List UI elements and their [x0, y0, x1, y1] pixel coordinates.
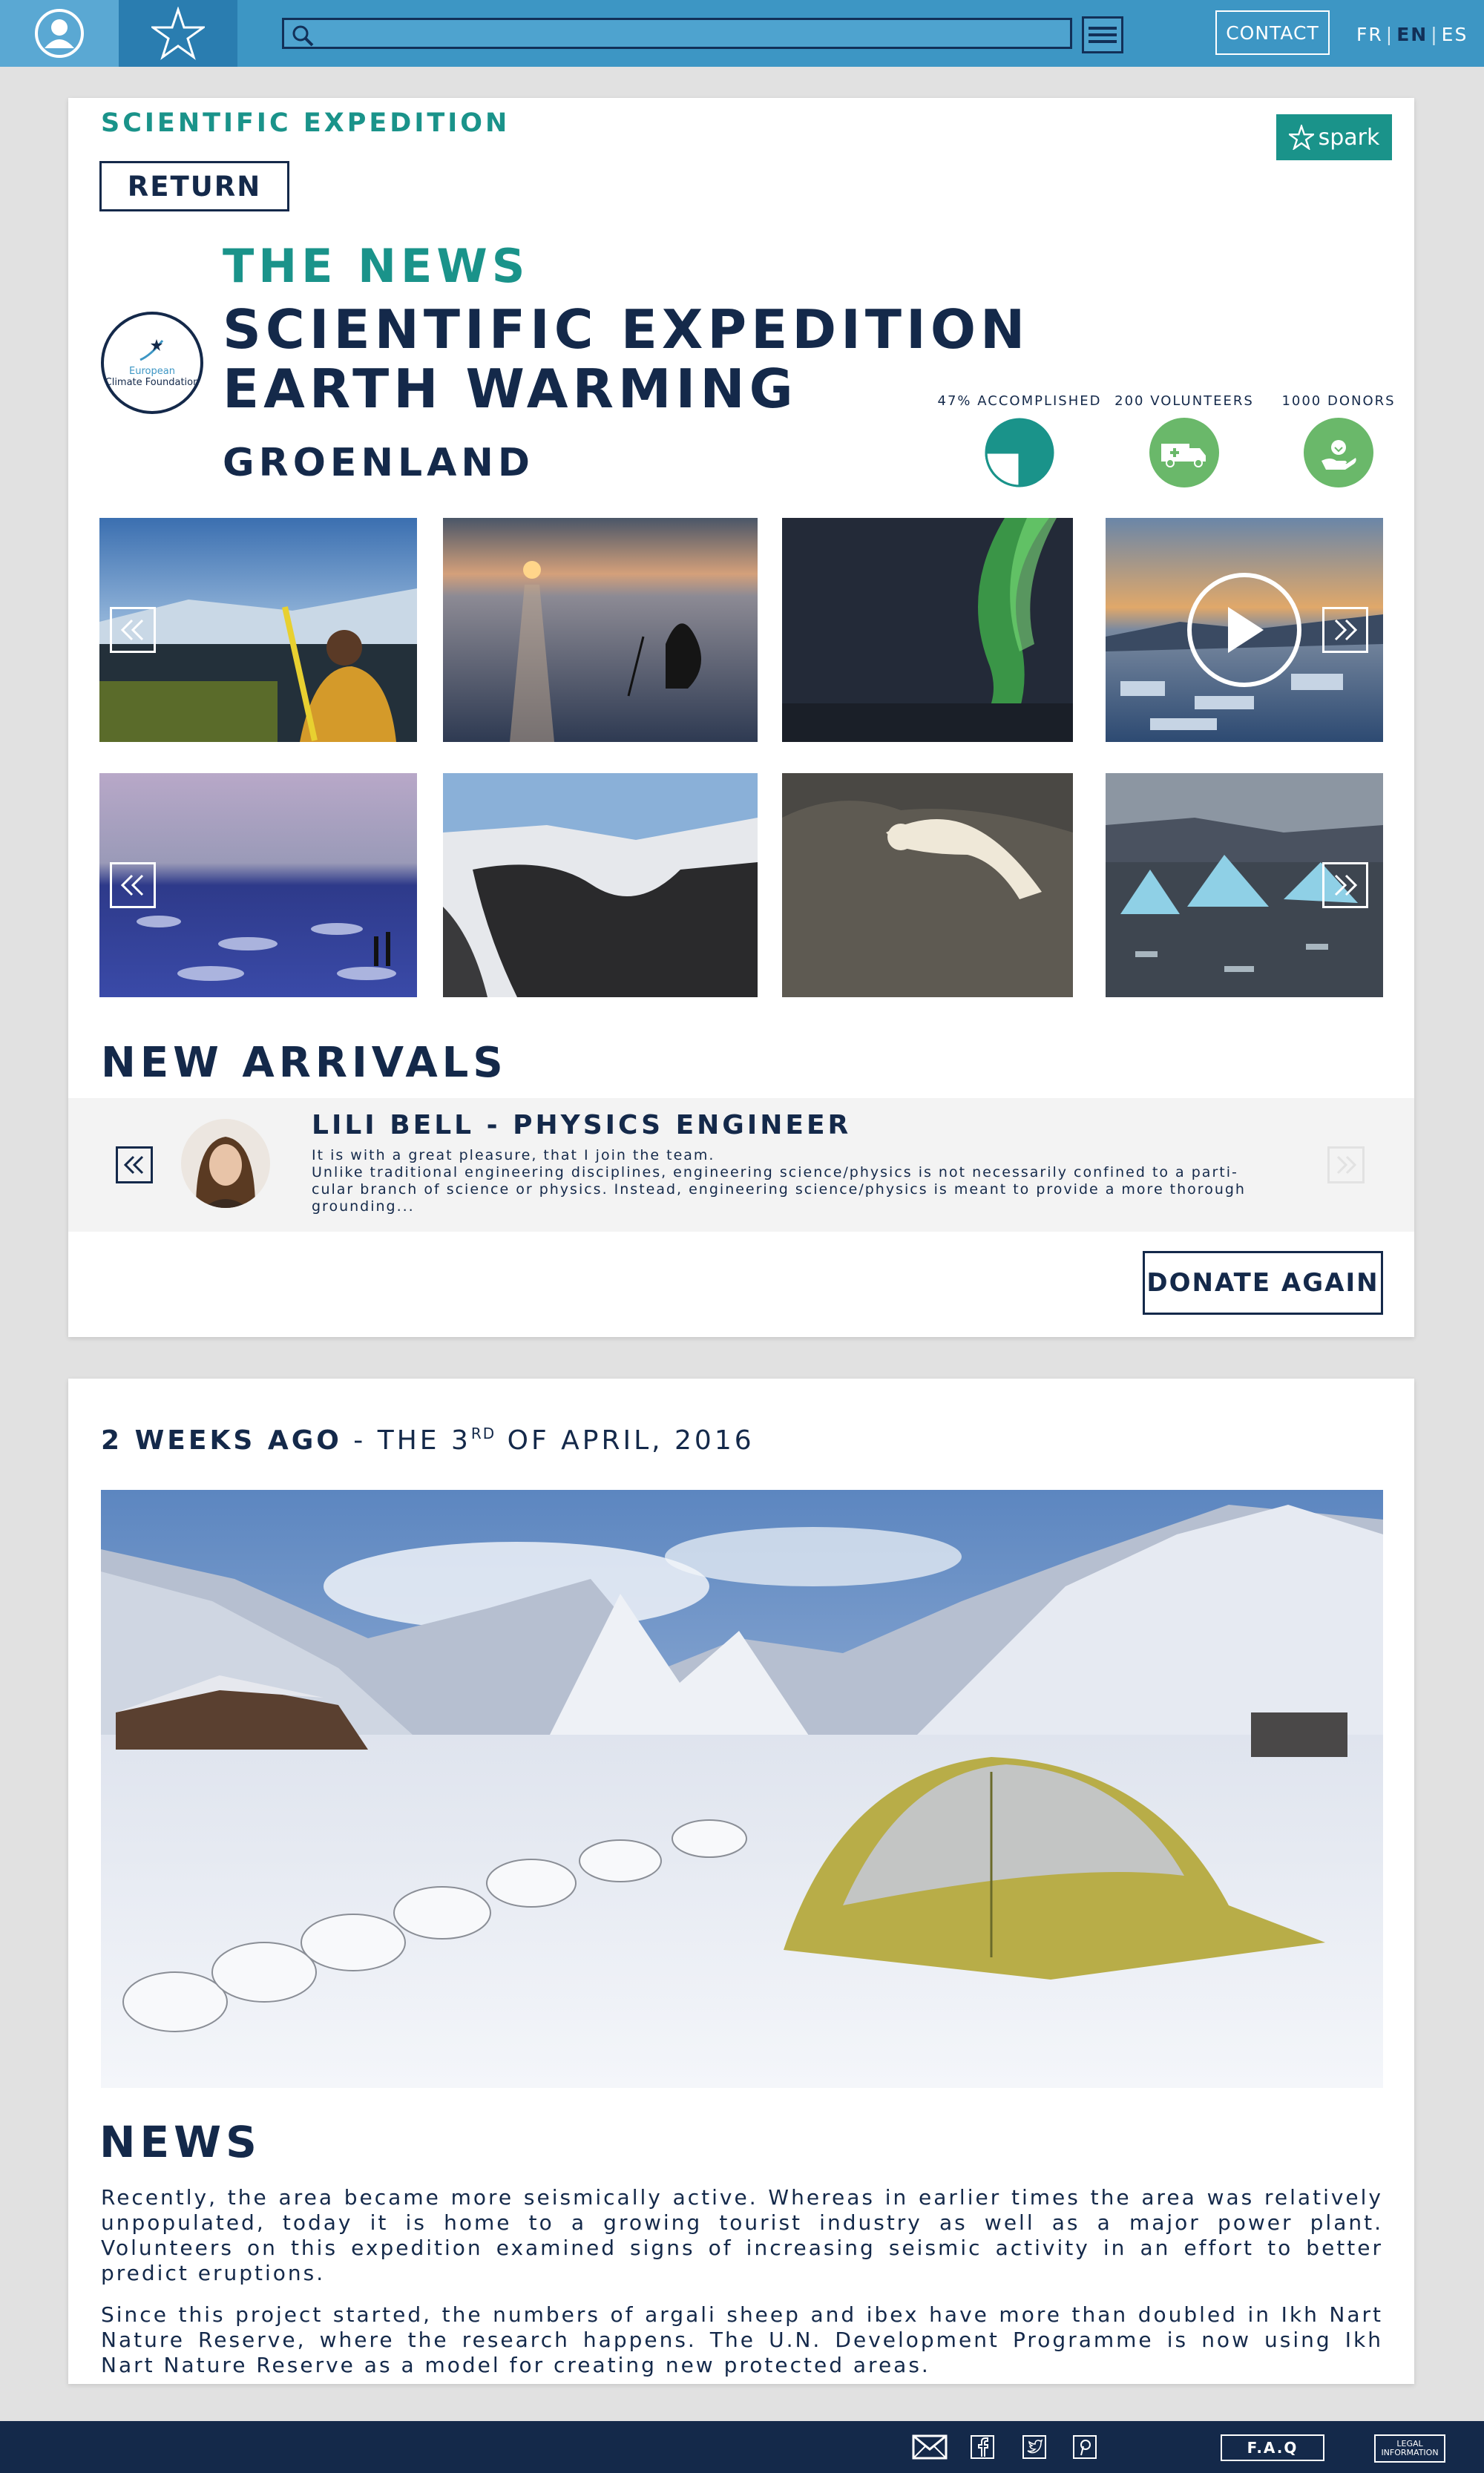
menu-button[interactable] [1082, 16, 1123, 53]
stat-accomplished: 47% ACCOMPLISHED [938, 393, 1101, 487]
arrival-text-line: grounding... [312, 1198, 415, 1215]
user-profile-button[interactable] [0, 0, 119, 67]
faq-button[interactable]: F.A.Q [1221, 2434, 1324, 2461]
star-icon [151, 7, 205, 60]
prev-photo-button[interactable] [110, 862, 156, 908]
spark-label: spark [1318, 124, 1380, 151]
lang-es[interactable]: ES [1442, 24, 1468, 45]
donation-icon [1304, 418, 1373, 487]
news-body: Recently, the area became more seismical… [101, 2185, 1383, 2394]
language-switcher: FR | EN | ES [1356, 19, 1468, 49]
page-title: SCIENTIFIC EXPEDITION EARTH WARMING [223, 300, 1029, 418]
play-video-button[interactable] [1187, 573, 1301, 687]
news-date: 2 WEEKS AGO - THE 3RD OF APRIL, 2016 [101, 1425, 755, 1456]
stat-donors: 1000 DONORS [1257, 393, 1420, 487]
arrivals-heading: NEW ARRIVALS [101, 1039, 508, 1087]
top-bar: CONTACT FR | EN | ES [0, 0, 1484, 67]
gallery-photo-icebergs[interactable] [1106, 773, 1383, 997]
logo-star-icon [139, 339, 164, 361]
expedition-card: SCIENTIFIC EXPEDITION spark RETURN Europ… [68, 98, 1414, 1337]
progress-pie-icon [985, 418, 1054, 487]
stat-label: 47% ACCOMPLISHED [937, 393, 1102, 409]
news-heading: NEWS [99, 2117, 261, 2167]
menu-line-icon [1089, 27, 1117, 30]
double-chevron-left-icon [120, 874, 144, 896]
gallery-photo-sea-ice[interactable] [99, 773, 417, 997]
arrival-name: LILI BELL - PHYSICS ENGINEER [312, 1110, 852, 1140]
arrival-description: It is with a great pleasure, that I join… [312, 1147, 1254, 1215]
date-prefix: - THE 3 [341, 1425, 471, 1456]
contact-button[interactable]: CONTACT [1215, 10, 1330, 55]
facebook-icon[interactable] [969, 2434, 996, 2460]
date-ordinal: RD [470, 1425, 496, 1442]
footer: F.A.Q LEGAL INFORMATION [0, 2421, 1484, 2473]
headline-line: EARTH WARMING [223, 358, 798, 420]
stat-label: 200 VOLUNTEERS [1114, 393, 1254, 409]
mail-icon[interactable] [911, 2434, 948, 2460]
next-photo-button[interactable] [1322, 862, 1368, 908]
user-icon [35, 9, 84, 58]
search-icon[interactable] [292, 24, 314, 47]
return-button[interactable]: RETURN [99, 161, 289, 211]
gallery-photo-kayaker[interactable] [99, 518, 417, 742]
news-kicker: THE NEWS [223, 239, 530, 293]
next-photo-button[interactable] [1322, 607, 1368, 653]
news-hero-photo [101, 1490, 1383, 2088]
lang-separator: | [1431, 23, 1439, 45]
avatar [181, 1119, 270, 1208]
logo-line: Climate Foundation [105, 377, 200, 388]
logo-text: European Climate Foundation [105, 366, 200, 388]
donate-again-button[interactable]: DONATE AGAIN [1143, 1251, 1383, 1315]
search-input[interactable] [323, 20, 1065, 47]
menu-line-icon [1089, 33, 1117, 36]
date-relative: 2 WEEKS AGO [101, 1425, 342, 1456]
arrivals-carousel: LILI BELL - PHYSICS ENGINEER It is with … [68, 1098, 1414, 1232]
gallery-photo-photographer[interactable] [443, 518, 758, 742]
favorites-button[interactable] [119, 0, 237, 67]
news-card: 2 WEEKS AGO - THE 3RD OF APRIL, 2016 NEW… [68, 1379, 1414, 2384]
lang-fr[interactable]: FR [1356, 24, 1383, 45]
double-chevron-left-icon [120, 619, 144, 641]
next-arrival-button[interactable] [1327, 1146, 1365, 1183]
ambulance-icon [1149, 418, 1219, 487]
star-icon [1288, 125, 1314, 150]
logo-line: European [129, 366, 175, 377]
double-chevron-right-icon [1334, 619, 1358, 641]
legal-line: INFORMATION [1381, 2448, 1439, 2457]
gallery-video-thumbnail[interactable] [1106, 518, 1383, 742]
double-chevron-left-icon [123, 1155, 144, 1175]
double-chevron-right-icon [1334, 874, 1358, 896]
spark-button[interactable]: spark [1276, 114, 1392, 160]
menu-line-icon [1089, 40, 1117, 43]
pinterest-icon[interactable] [1071, 2434, 1098, 2460]
legal-information-button[interactable]: LEGAL INFORMATION [1374, 2434, 1445, 2463]
arrival-text-line: cular branch of science or physics. Inst… [312, 1181, 1246, 1198]
arrival-text-line: It is with a great pleasure, that I join… [312, 1147, 715, 1163]
prev-photo-button[interactable] [110, 607, 156, 653]
gallery-photo-aurora[interactable] [782, 518, 1073, 742]
stat-volunteers: 200 VOLUNTEERS [1103, 393, 1266, 487]
foundation-logo: European Climate Foundation [101, 312, 203, 414]
date-rest: OF APRIL, 2016 [496, 1425, 755, 1456]
location-title: GROENLAND [223, 441, 535, 485]
headline-line: SCIENTIFIC EXPEDITION [223, 298, 1030, 361]
arrival-text-line: Unlike traditional engineering disciplin… [312, 1164, 1238, 1180]
stat-label: 1000 DONORS [1281, 393, 1396, 409]
news-paragraph: Recently, the area became more seismical… [101, 2185, 1383, 2285]
prev-arrival-button[interactable] [116, 1146, 153, 1183]
twitter-icon[interactable] [1021, 2434, 1048, 2460]
lang-en[interactable]: EN [1396, 24, 1428, 45]
gallery-photo-polar-bear[interactable] [782, 773, 1073, 997]
lang-separator: | [1385, 23, 1394, 45]
news-paragraph: Since this project started, the numbers … [101, 2302, 1383, 2377]
search-box [282, 18, 1072, 49]
play-icon [1228, 607, 1264, 653]
gallery-photo-canyon[interactable] [443, 773, 758, 997]
double-chevron-right-icon [1336, 1155, 1357, 1175]
section-title: SCIENTIFIC EXPEDITION [101, 108, 510, 138]
